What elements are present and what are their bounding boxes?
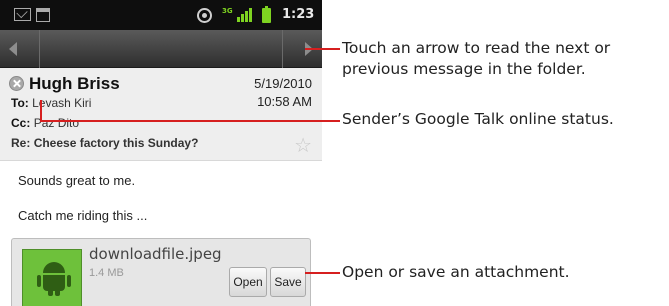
sender-name[interactable]: Hugh Briss — [29, 74, 120, 94]
battery-icon — [262, 6, 271, 23]
message-header: Hugh Briss 5/19/2010 10:58 AM To: Levash… — [0, 68, 322, 161]
android-icon — [37, 262, 71, 296]
to-label: To: — [11, 96, 29, 110]
message-time: 10:58 AM — [257, 94, 312, 109]
subject-text: Cheese factory this Sunday? — [33, 136, 199, 150]
attachment-filename: downloadfile.jpeg — [89, 245, 222, 263]
calendar-icon — [36, 8, 50, 22]
message-body-line: Sounds great to me. — [18, 173, 136, 188]
gps-icon — [197, 8, 212, 23]
to-row: To: Levash Kiri — [11, 96, 91, 110]
cc-row: Cc: Paz Dito — [11, 116, 79, 130]
data-3g-icon: 3G — [222, 7, 233, 15]
callout-line-status-drop — [40, 100, 42, 121]
callout-status-text: Sender’s Google Talk online status. — [342, 110, 614, 128]
previous-message-button[interactable] — [0, 30, 40, 68]
message-date: 5/19/2010 — [254, 76, 312, 91]
phone-screen: 3G 1:23 Hugh Briss 5/19/2010 10:58 AM To… — [0, 0, 322, 306]
signal-icon — [237, 8, 254, 22]
open-attachment-button[interactable]: Open — [229, 267, 267, 297]
callout-nav-text: Touch an arrow to read the next or previ… — [342, 38, 610, 80]
presence-offline-icon — [9, 76, 24, 91]
subject-label: Re: — [11, 136, 31, 150]
message-body-line: Catch me riding this ... — [18, 208, 148, 223]
attachment-thumbnail[interactable] — [22, 249, 82, 306]
attachment-card: downloadfile.jpeg 1.4 MB Open Save — [11, 238, 311, 306]
callout-line-nav-cap — [305, 48, 311, 50]
chevron-left-icon — [9, 42, 17, 56]
callout-attachment-text: Open or save an attachment. — [342, 263, 570, 281]
callout-nav-line2: previous message in the folder. — [342, 60, 586, 78]
subject-row: Re: Cheese factory this Sunday? — [11, 136, 198, 150]
callout-nav-line1: Touch an arrow to read the next or — [342, 39, 611, 57]
callout-line-attachment — [305, 272, 340, 274]
mail-icon — [14, 8, 31, 21]
status-bar: 3G 1:23 — [0, 0, 322, 30]
callout-line-status — [40, 120, 340, 122]
message-nav-bar — [0, 30, 322, 68]
cc-label: Cc: — [11, 116, 31, 130]
star-icon[interactable]: ☆ — [294, 135, 312, 155]
clock: 1:23 — [282, 7, 315, 22]
save-attachment-button[interactable]: Save — [270, 267, 306, 297]
attachment-size: 1.4 MB — [89, 267, 124, 279]
